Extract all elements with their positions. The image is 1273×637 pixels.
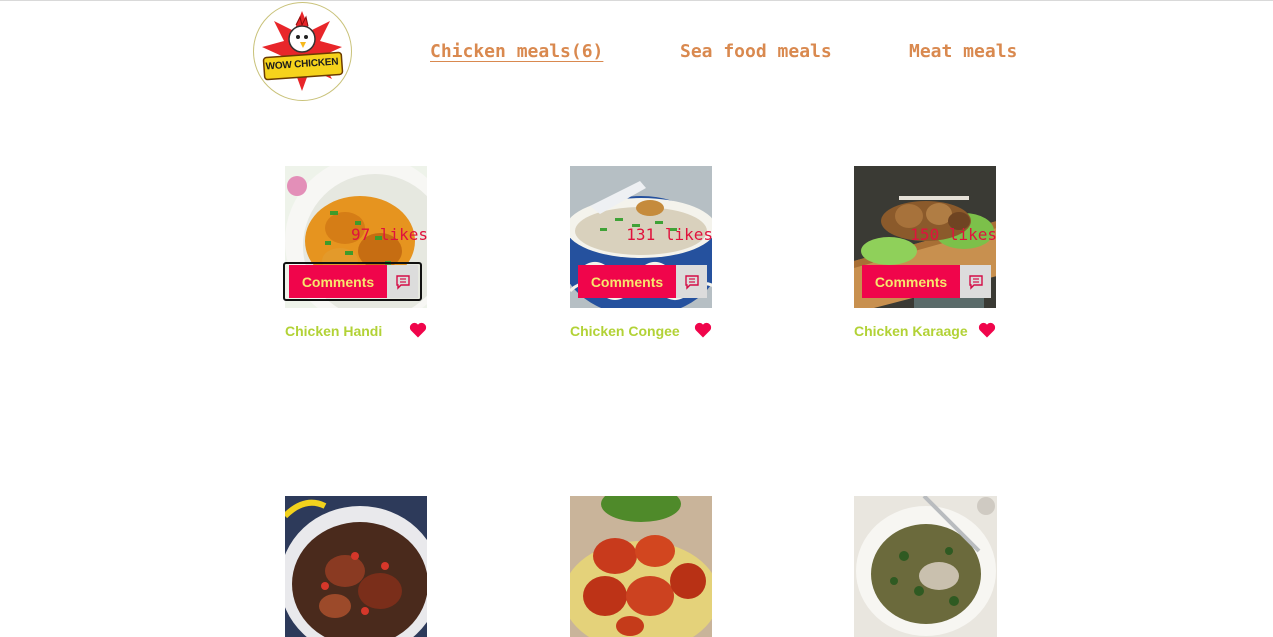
- heart-like-icon[interactable]: [408, 320, 428, 340]
- meal-name: Chicken Karaage: [854, 323, 968, 339]
- chicken-stew-photo: [285, 496, 427, 637]
- comments-button-label[interactable]: Comments: [578, 265, 676, 298]
- meal-card: [285, 496, 428, 637]
- logo-graphic: [262, 11, 344, 91]
- nav-meat-meals[interactable]: Meat meals: [909, 41, 1017, 62]
- likes-count: 150 likes: [910, 225, 997, 244]
- chicken-grain-bowl-photo: [854, 496, 997, 637]
- meal-image[interactable]: [570, 496, 712, 637]
- nav-sea-food-meals[interactable]: Sea food meals: [680, 41, 832, 62]
- meal-card: Chicken Karaage 150 likes Comments: [854, 166, 997, 350]
- nav-chicken-meals[interactable]: Chicken meals(6): [430, 41, 603, 62]
- meal-card: [570, 496, 713, 637]
- heart-like-icon[interactable]: [977, 320, 997, 340]
- meal-card: Chicken Congee 131 likes Comments: [570, 166, 713, 350]
- comment-icon[interactable]: [387, 265, 418, 298]
- comments-button[interactable]: Comments: [283, 262, 422, 301]
- top-border: [0, 0, 1273, 1]
- meal-card: Chicken Handi 97 likes Comments: [283, 166, 428, 350]
- heart-like-icon[interactable]: [693, 320, 713, 340]
- comments-button-label[interactable]: Comments: [862, 265, 960, 298]
- wow-chicken-logo[interactable]: WOW CHICKEN: [253, 2, 352, 101]
- meal-name: Chicken Congee: [570, 323, 680, 339]
- comment-icon[interactable]: [960, 265, 991, 298]
- meal-image[interactable]: [285, 496, 427, 637]
- comments-button[interactable]: Comments: [576, 262, 709, 301]
- likes-count: 131 likes: [626, 225, 713, 244]
- likes-count: 97 likes: [350, 225, 428, 244]
- comments-button-label[interactable]: Comments: [289, 265, 387, 298]
- comments-button[interactable]: Comments: [860, 262, 993, 301]
- comment-icon[interactable]: [676, 265, 707, 298]
- meal-card: [854, 496, 997, 637]
- tandoori-chicken-photo: [570, 496, 712, 637]
- meal-image[interactable]: [854, 496, 997, 637]
- meal-name: Chicken Handi: [285, 323, 383, 339]
